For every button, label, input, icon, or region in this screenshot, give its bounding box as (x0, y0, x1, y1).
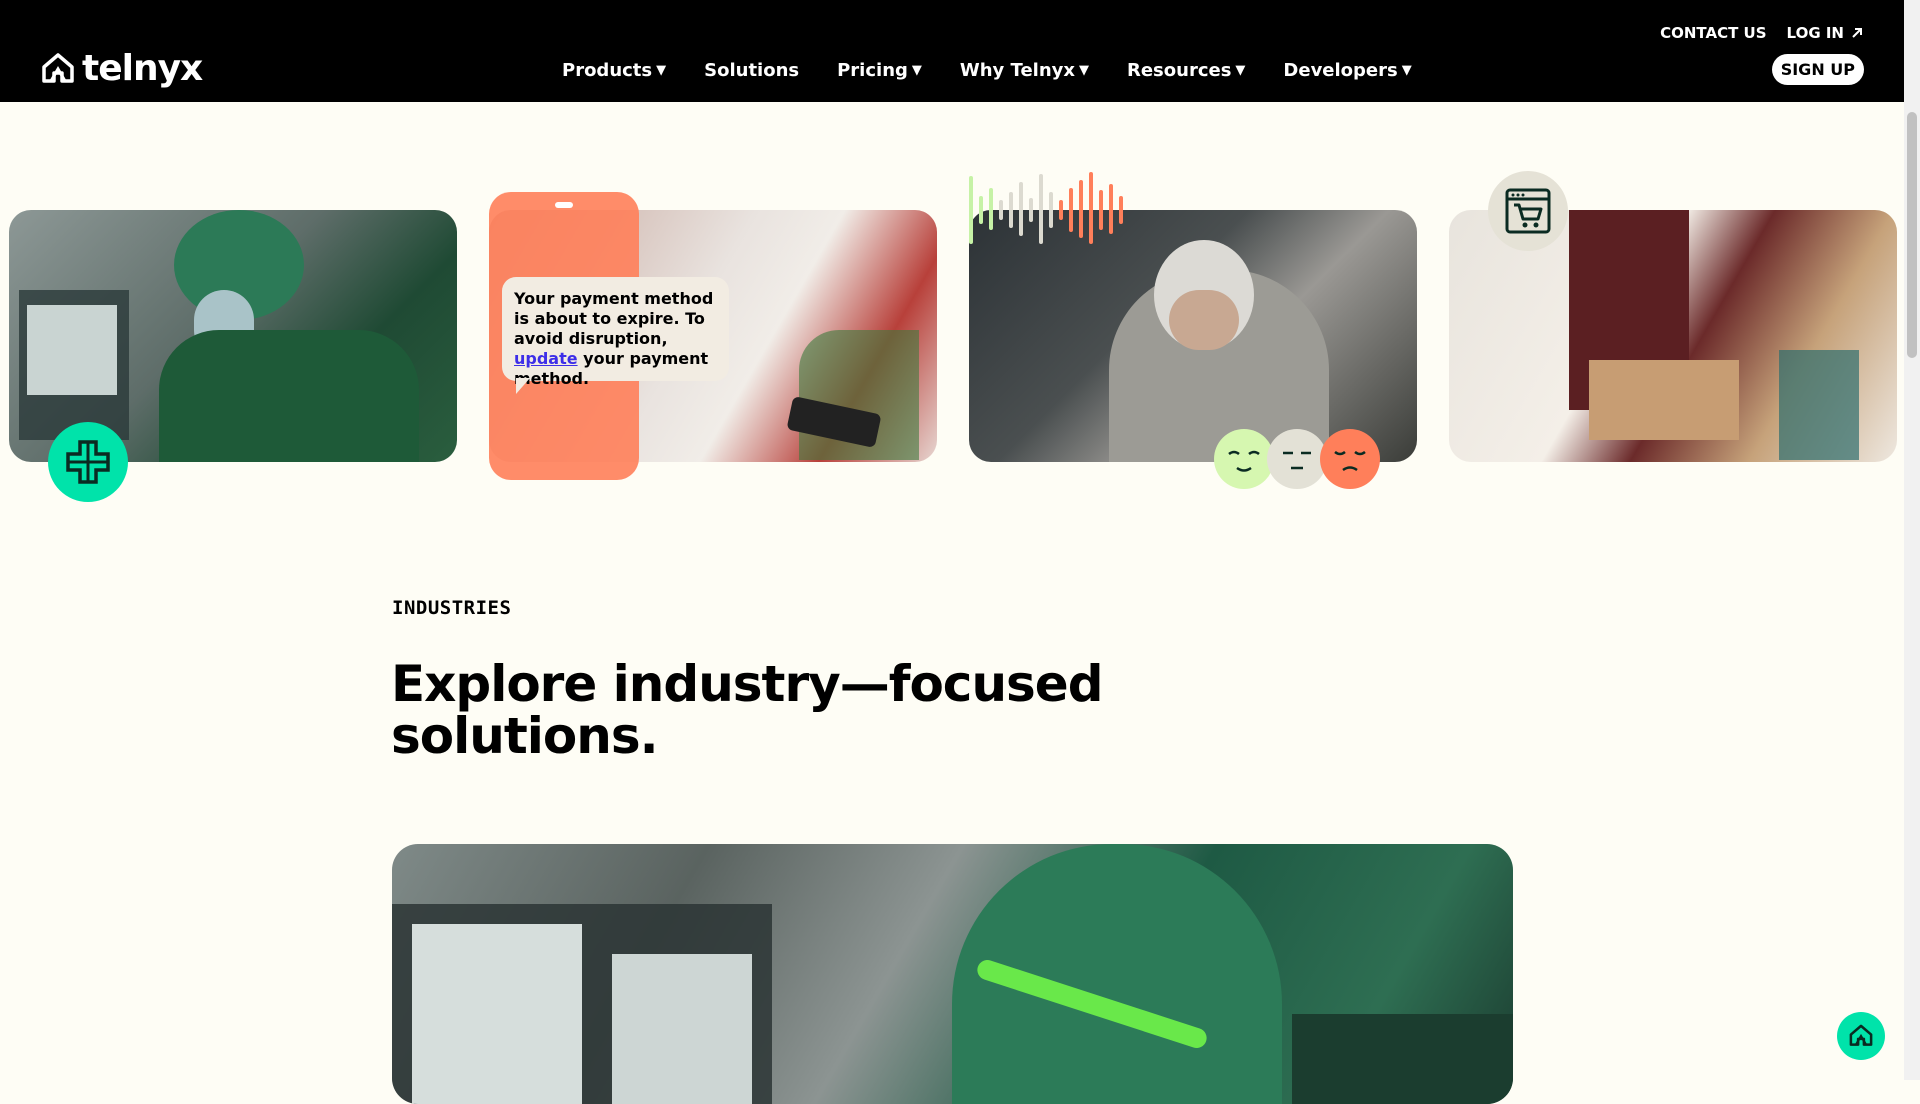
sms-message-text: Your payment method is about to expire. … (514, 289, 714, 348)
nav-solutions-label: Solutions (704, 60, 800, 81)
nav-products[interactable]: Products ▼ (562, 60, 666, 81)
sms-message-bubble: Your payment method is about to expire. … (502, 277, 729, 388)
section-headline: Explore industry—focused solutions. (391, 655, 1104, 765)
log-in-link[interactable]: LOG IN (1787, 24, 1864, 42)
section-eyebrow: INDUSTRIES (392, 597, 512, 619)
nav-pricing[interactable]: Pricing ▼ (837, 60, 922, 81)
nav-resources[interactable]: Resources ▼ (1127, 60, 1245, 81)
utility-links: CONTACT US LOG IN (1660, 24, 1864, 42)
chat-widget-button[interactable] (1837, 1012, 1885, 1060)
nav-pricing-label: Pricing (837, 60, 908, 81)
voice-card-image[interactable] (969, 210, 1417, 462)
caret-down-icon: ▼ (911, 63, 922, 78)
sms-update-link[interactable]: update (514, 349, 578, 368)
nav-developers-label: Developers (1283, 60, 1398, 81)
sound-wave-icon (969, 172, 1123, 244)
page-scrollbar[interactable] (1904, 0, 1920, 1080)
shopping-cart-icon (1488, 171, 1568, 251)
phone-notch (555, 202, 573, 208)
telnyx-logo[interactable]: telnyx (40, 48, 203, 89)
nav-solutions[interactable]: Solutions (704, 60, 799, 81)
sentiment-faces (1214, 429, 1380, 489)
sad-face-icon (1320, 429, 1380, 489)
nav-products-label: Products (562, 60, 653, 81)
caret-down-icon: ▼ (1401, 63, 1412, 78)
medical-cross-icon (48, 422, 128, 502)
caret-down-icon: ▼ (656, 63, 667, 78)
caret-down-icon: ▼ (1078, 63, 1089, 78)
main-nav: Products ▼ Solutions Pricing ▼ Why Telny… (562, 60, 1412, 81)
nav-developers[interactable]: Developers ▼ (1283, 60, 1411, 81)
neutral-face-icon (1267, 429, 1327, 489)
contact-us-label: CONTACT US (1660, 24, 1767, 42)
brand-name: telnyx (82, 48, 203, 89)
arrow-up-right-icon (1852, 28, 1862, 38)
nav-why-telnyx-label: Why Telnyx (959, 60, 1075, 81)
industry-hero-image (392, 844, 1513, 1104)
log-in-label: LOG IN (1786, 24, 1844, 42)
happy-face-icon (1214, 429, 1274, 489)
nav-why-telnyx[interactable]: Why Telnyx ▼ (960, 60, 1089, 81)
caret-down-icon: ▼ (1235, 63, 1246, 78)
nav-resources-label: Resources (1126, 60, 1232, 81)
site-header: telnyx CONTACT US LOG IN SIGN UP Product… (0, 0, 1904, 102)
sign-up-button[interactable]: SIGN UP (1771, 54, 1864, 85)
telnyx-logo-icon (42, 52, 74, 83)
scrollbar-thumb[interactable] (1907, 112, 1917, 358)
contact-us-link[interactable]: CONTACT US (1660, 24, 1766, 42)
bubble-tail (516, 378, 530, 394)
telnyx-logo-icon (1849, 1024, 1873, 1046)
